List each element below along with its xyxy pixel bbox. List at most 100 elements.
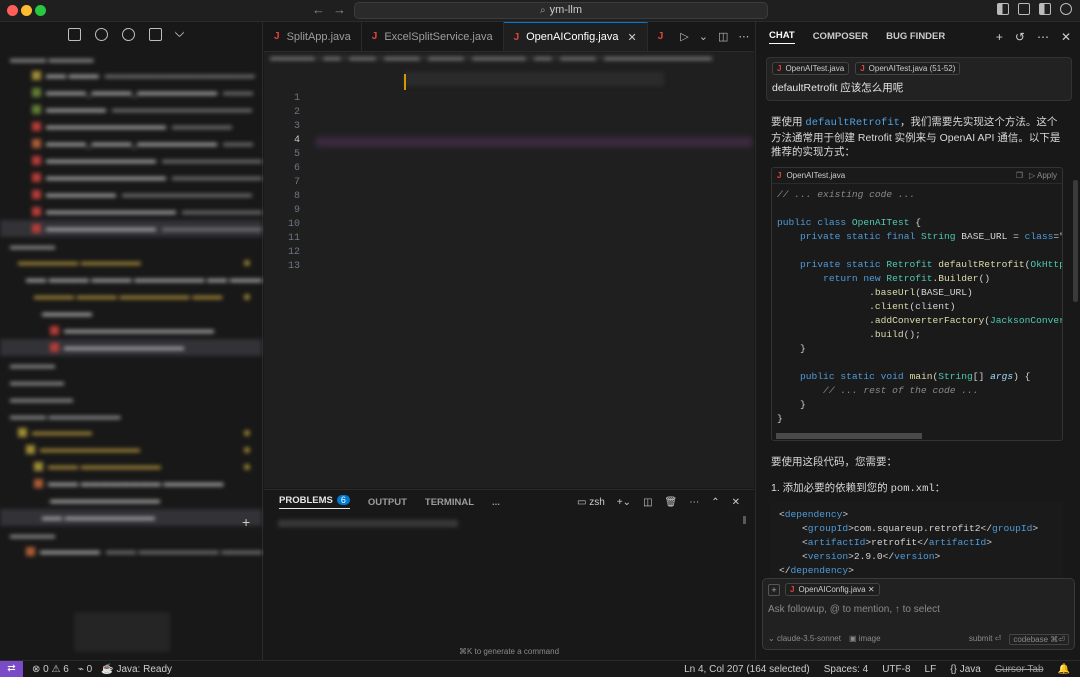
breadcrumb[interactable]: ▬▬▬▬▬ › ▬▬ › ▬▬▬ › ▬▬▬▬ › ▬▬▬▬ › ▬▬▬▬▬▬ … [264,52,754,68]
tab-splitapp[interactable]: J SplitApp.java [264,22,362,51]
xml-line: <groupId>com.squareup.retrofit2</groupId… [779,522,1039,534]
context-pill[interactable]: J OpenAIConfig.java ✕ [785,583,880,596]
split-editor-icon[interactable]: ◫ [718,30,728,43]
more-tabs-icon[interactable]: ... [492,497,500,508]
tab-chat[interactable]: CHAT [769,30,795,44]
notification-toast [74,612,170,652]
terminal-scrollbar[interactable] [743,516,746,524]
model-selector[interactable]: ⌄ claude-3.5-sonnet [768,634,841,645]
tab-output[interactable]: OUTPUT [368,497,407,508]
split-terminal-icon[interactable]: ◫ [643,497,652,508]
tab-overflow[interactable]: J [648,22,681,51]
run-icon[interactable]: ▷ [680,30,688,43]
xml-line: <version>2.9.0</version> [779,550,941,562]
copy-icon[interactable]: ❐ [1016,171,1023,180]
user-message[interactable]: J OpenAITest.java J OpenAITest.java (51-52… [766,57,1072,101]
activity-bar [0,22,262,50]
java-status[interactable]: ☕ Java: Ready [101,664,172,675]
xml-dependency-block[interactable]: <dependency> <groupId>com.squareup.retro… [771,501,1063,586]
selected-code-line[interactable] [316,137,752,147]
image-button[interactable]: ▣ image [849,634,881,645]
context-pill[interactable]: J OpenAITest.java [772,62,850,75]
code-block: J OpenAITest.java ❐ ▷ Apply // ... existin… [771,166,1063,441]
toggle-panel-icon[interactable] [1018,3,1030,15]
panel-tabs: PROBLEMS 6 OUTPUT TERMINAL ... ▭ zsh +⌄ ◫… [264,490,754,514]
extensions-icon[interactable] [149,28,162,41]
more-actions-icon[interactable]: ⋯ [1037,30,1049,44]
bell-icon[interactable]: 🔔 [1058,664,1070,675]
submit-button[interactable]: submit ⏎ [969,634,1002,645]
problems-status[interactable]: ⊗ 0 ⚠ 6 [32,664,69,675]
terminal-selector[interactable]: ▭ zsh [577,497,605,508]
followup-composer[interactable]: + J OpenAIConfig.java ✕ Ask followup, @ t… [762,578,1075,650]
code-line: // ... rest of the code ... [777,384,979,396]
terminal-prompt[interactable] [278,520,458,527]
explorer-files-icon[interactable] [68,28,81,41]
add-icon[interactable]: + [242,514,250,530]
editor-tabs: J SplitApp.java J ExcelSplitService.java J… [264,22,754,52]
maximize-panel-icon[interactable]: ⌃ [711,497,719,508]
tab-problems[interactable]: PROBLEMS 6 [279,495,350,509]
inline-marker [404,74,406,90]
line-ending[interactable]: LF [925,664,937,675]
remote-icon[interactable]: ⇄ [0,660,23,677]
code-line: } [777,412,783,424]
title-bar: ←→ ⌕ ym-llm [0,0,1080,22]
tab-composer[interactable]: COMPOSER [813,31,868,42]
find-widget[interactable] [404,72,664,86]
window-title: ym-llm [549,4,582,16]
tab-excelsplitservice[interactable]: J ExcelSplitService.java [362,22,504,51]
context-pill[interactable]: J OpenAITest.java (51-52) [855,62,961,75]
minimize-window-button[interactable] [21,5,32,16]
toggle-secondary-sidebar-icon[interactable] [1039,3,1051,15]
trash-icon[interactable]: 🗑 [665,497,678,508]
back-arrow-icon[interactable]: ← [312,2,333,17]
zoom-window-button[interactable] [35,5,46,16]
tab-bug-finder[interactable]: BUG FINDER [886,31,945,42]
add-context-button[interactable]: + [768,584,780,596]
java-file-icon: J [790,585,795,594]
close-icon[interactable]: ✕ [732,497,740,508]
source-control-icon[interactable] [122,28,135,41]
editor-actions: ▷ ⌄ ◫ ⋯ [680,22,759,51]
command-center-search[interactable]: ⌕ ym-llm [354,2,768,19]
close-icon[interactable]: ✕ [627,31,636,44]
chevron-down-icon[interactable] [174,27,185,38]
code-block-header: J OpenAITest.java ❐ ▷ Apply [772,168,1062,184]
code-content[interactable]: // ... existing code ... public class Op… [772,184,1062,432]
codebase-button[interactable]: codebase ⌘⏎ [1009,634,1069,645]
close-icon[interactable]: ✕ [1061,30,1071,44]
close-icon[interactable]: ✕ [868,585,875,594]
chat-tabs: CHAT COMPOSER BUG FINDER + ↺ ⋯ ✕ [756,22,1080,51]
ports-status[interactable]: ⌁ 0 [78,664,92,675]
chevron-down-icon[interactable]: ⌄ [699,30,708,43]
close-window-button[interactable] [7,5,18,16]
code-horizontal-scrollbar[interactable] [772,431,1062,440]
tab-terminal[interactable]: TERMINAL [425,497,474,508]
gear-icon[interactable] [1060,3,1072,15]
code-line: } [777,342,806,354]
cursor-position[interactable]: Ln 4, Col 207 (164 selected) [684,664,810,675]
more-actions-icon[interactable]: ⋯ [689,497,699,508]
toggle-primary-sidebar-icon[interactable] [997,3,1009,15]
cursor-tab-toggle[interactable]: Cursor Tab [995,664,1044,675]
followup-input[interactable]: Ask followup, @ to mention, ↑ to select [768,604,940,615]
search-icon[interactable] [95,28,108,41]
code-line: return new Retrofit.Builder() [823,272,991,284]
chat-scrollbar[interactable] [1073,180,1078,302]
history-icon[interactable]: ↺ [1015,30,1025,44]
code-line: .addConverterFactory(JacksonConver [777,314,1062,326]
tab-openaiconfig[interactable]: J OpenAIConfig.java ✕ [503,22,648,51]
language-mode[interactable]: {} Java [950,664,981,675]
indentation[interactable]: Spaces: 4 [824,664,868,675]
forward-arrow-icon[interactable]: → [333,2,354,17]
apply-button[interactable]: ▷ Apply [1029,171,1057,180]
tab-label: ExcelSplitService.java [384,30,493,43]
more-actions-icon[interactable]: ⋯ [738,30,749,43]
terminal-icon: ▭ [577,496,587,508]
line-numbers: 1 2 3 4 5 6 7 8 9 10 11 12 13 [287,93,300,272]
new-chat-icon[interactable]: + [996,30,1003,44]
new-terminal-icon[interactable]: +⌄ [617,497,631,508]
encoding[interactable]: UTF-8 [882,664,910,675]
